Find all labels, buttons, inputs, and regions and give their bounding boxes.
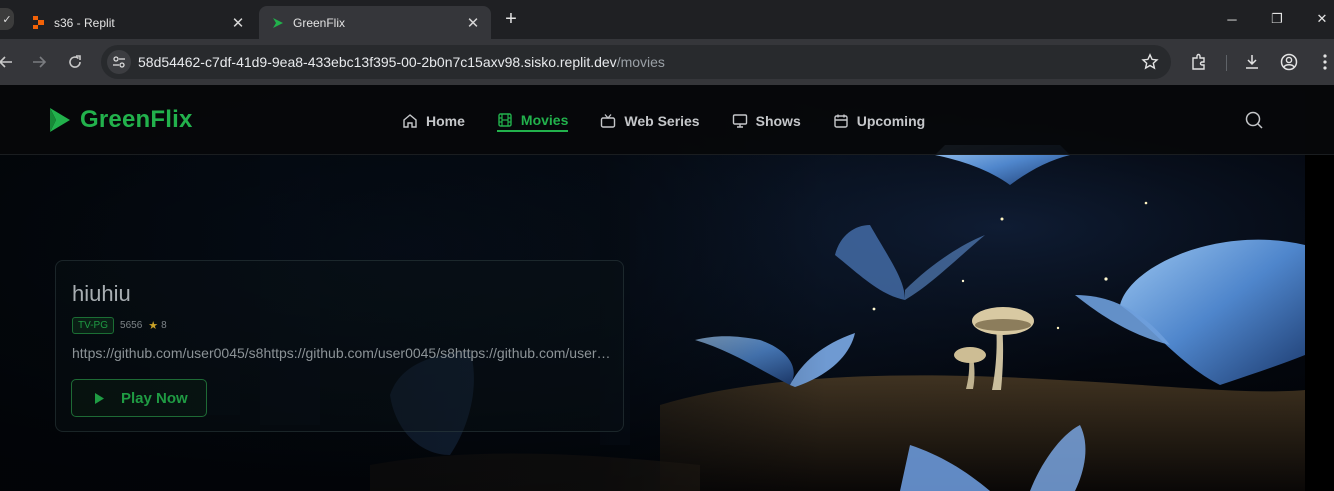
- reload-icon: [69, 55, 81, 68]
- page-viewport: GreenFlix Home Movies Web Series Shows U…: [0, 85, 1334, 491]
- nav-label: Movies: [520, 112, 569, 128]
- film-icon: [498, 113, 512, 127]
- browser-menu-icon[interactable]: [1314, 51, 1334, 73]
- replit-icon: [32, 16, 46, 30]
- movie-description: https://github.com/user0045/s8https://gi…: [72, 345, 612, 361]
- brand-name: GreenFlix: [80, 106, 193, 133]
- play-icon: [95, 392, 104, 404]
- nav-label: Web Series: [624, 113, 700, 129]
- download-icon[interactable]: [1241, 51, 1263, 73]
- tab-title: s36 - Replit: [54, 15, 115, 30]
- greenflix-icon: [271, 16, 285, 30]
- nav-label: Upcoming: [856, 113, 926, 129]
- nav-web-series[interactable]: Web Series: [600, 110, 700, 132]
- profile-icon[interactable]: [1278, 51, 1300, 73]
- nav-shows[interactable]: Shows: [732, 110, 801, 132]
- url-path: /movies: [616, 54, 665, 70]
- browser-toolbar: 58d54462-c7df-41d9-9ea8-433ebc13f395-00-…: [0, 39, 1334, 85]
- search-button[interactable]: [1244, 110, 1266, 132]
- greenflix-logo-icon: [50, 108, 70, 132]
- new-tab-button[interactable]: +: [500, 8, 522, 30]
- movie-title: hiuhiu: [72, 281, 131, 306]
- back-arrow-icon: [0, 56, 12, 68]
- nav-movies[interactable]: Movies: [496, 110, 569, 132]
- brand-logo[interactable]: GreenFlix: [48, 106, 193, 134]
- monitor-icon: [732, 114, 747, 128]
- site-info-icon[interactable]: [107, 50, 131, 74]
- extensions-icon[interactable]: [1188, 51, 1210, 73]
- main-nav: Home Movies Web Series Shows Upcoming: [402, 110, 957, 132]
- play-now-button[interactable]: Play Now: [71, 379, 207, 417]
- browser-tab-greenflix[interactable]: GreenFlix ✕: [259, 6, 491, 39]
- home-icon: [403, 114, 417, 128]
- score: 8: [161, 320, 167, 331]
- forward-arrow-icon: [33, 56, 47, 68]
- nav-label: Home: [426, 113, 465, 129]
- url-host: 58d54462-c7df-41d9-9ea8-433ebc13f395-00-…: [138, 54, 617, 70]
- search-icon: [1245, 111, 1263, 129]
- url-text[interactable]: 58d54462-c7df-41d9-9ea8-433ebc13f395-00-…: [138, 54, 665, 70]
- toolbar-divider: [1226, 55, 1227, 71]
- site-header: GreenFlix Home Movies Web Series Shows U…: [0, 85, 1334, 155]
- star-icon: ★: [148, 320, 159, 332]
- back-button[interactable]: [0, 50, 18, 74]
- tv-icon: [601, 114, 616, 128]
- nav-home[interactable]: Home: [402, 110, 465, 132]
- address-bar[interactable]: 58d54462-c7df-41d9-9ea8-433ebc13f395-00-…: [101, 45, 1171, 79]
- tab-title: GreenFlix: [293, 15, 346, 30]
- content-rating-badge: TV-PG: [72, 317, 115, 334]
- tab-overflow-chevron[interactable]: ✓: [0, 8, 14, 30]
- hero-info-card: hiuhiu TV-PG 5656 ★ 8 https://github.com…: [55, 260, 624, 432]
- nav-upcoming[interactable]: Upcoming: [833, 110, 925, 132]
- play-now-label: Play Now: [121, 389, 188, 407]
- minimize-button[interactable]: ─: [1212, 6, 1252, 32]
- browser-tabstrip: ✓ s36 - Replit ✕ GreenFlix ✕ + ─ ❐ ✕: [0, 0, 1334, 39]
- tab-close-icon[interactable]: ✕: [228, 13, 248, 33]
- release-year: 5656: [120, 320, 143, 331]
- forward-button[interactable]: [27, 50, 51, 74]
- movie-meta: TV-PG 5656 ★ 8: [72, 317, 167, 334]
- browser-tab-replit[interactable]: s36 - Replit ✕: [20, 6, 256, 39]
- bookmark-star-icon[interactable]: [1141, 53, 1159, 71]
- nav-label: Shows: [755, 113, 801, 129]
- restore-button[interactable]: ❐: [1257, 6, 1297, 32]
- tab-close-icon[interactable]: ✕: [463, 13, 483, 33]
- reload-button[interactable]: [63, 50, 87, 74]
- window-close-button[interactable]: ✕: [1302, 6, 1334, 32]
- calendar-icon: [834, 114, 848, 128]
